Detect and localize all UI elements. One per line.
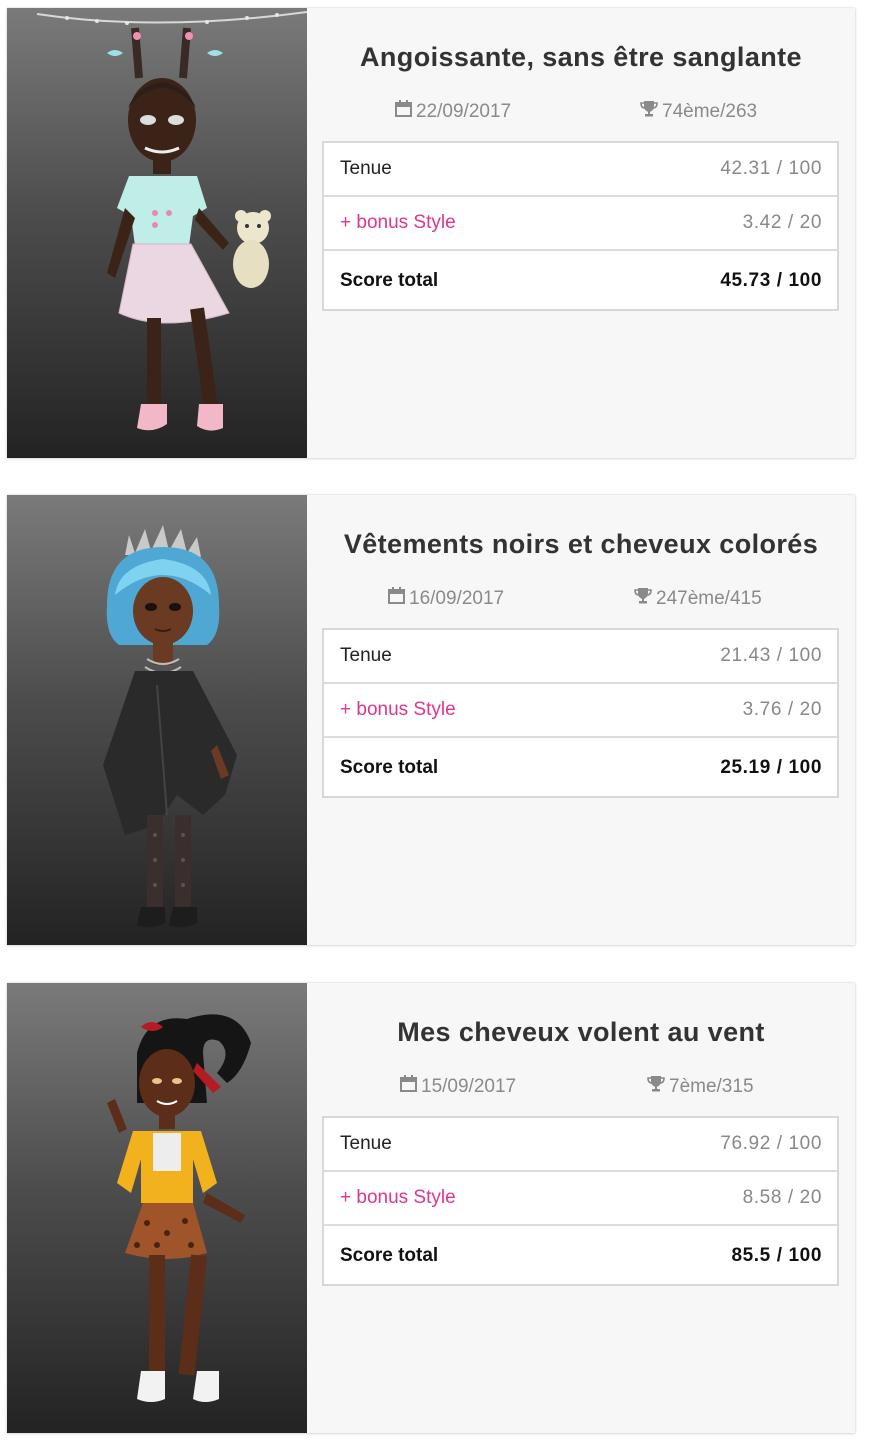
row-value: 42.31 / 100 bbox=[720, 158, 822, 179]
row-label: Tenue bbox=[340, 1133, 392, 1154]
rank-info: 7ème/315 bbox=[647, 1075, 754, 1098]
date-info: 15/09/2017 bbox=[400, 1075, 516, 1098]
rank-value: 247ème/415 bbox=[656, 587, 762, 609]
calendar-icon bbox=[400, 1075, 417, 1098]
row-label: Tenue bbox=[340, 158, 392, 179]
table-row-bonus: + bonus Style 8.58 / 20 bbox=[324, 1172, 837, 1226]
rank-info: 247ème/415 bbox=[634, 587, 762, 610]
date-value: 22/09/2017 bbox=[416, 100, 512, 122]
score-table: Tenue 21.43 / 100 + bonus Style 3.76 / 2… bbox=[322, 628, 839, 798]
outfit-card: Mes cheveux volent au vent 15/09/2017 7è… bbox=[7, 983, 855, 1433]
rank-value: 7ème/315 bbox=[669, 1075, 754, 1097]
row-label: + bonus Style bbox=[340, 699, 456, 720]
table-row-tenue: Tenue 76.92 / 100 bbox=[324, 1118, 837, 1172]
calendar-icon bbox=[388, 587, 405, 610]
table-row-tenue: Tenue 21.43 / 100 bbox=[324, 630, 837, 684]
rank-info: 74ème/263 bbox=[640, 100, 757, 123]
date-value: 15/09/2017 bbox=[421, 1075, 517, 1097]
row-value: 21.43 / 100 bbox=[720, 645, 822, 666]
avatar-image[interactable] bbox=[7, 983, 307, 1433]
table-row-bonus: + bonus Style 3.76 / 20 bbox=[324, 684, 837, 738]
trophy-icon bbox=[640, 100, 658, 123]
score-table: Tenue 76.92 / 100 + bonus Style 8.58 / 2… bbox=[322, 1116, 839, 1286]
row-label: Score total bbox=[340, 757, 439, 778]
row-value: 85.5 / 100 bbox=[731, 1245, 822, 1266]
row-label: Score total bbox=[340, 1245, 439, 1266]
outfit-card: Angoissante, sans être sanglante 22/09/2… bbox=[7, 8, 855, 458]
trophy-icon bbox=[634, 587, 652, 610]
trophy-icon bbox=[647, 1075, 665, 1098]
table-row-total: Score total 85.5 / 100 bbox=[324, 1226, 837, 1284]
row-label: Score total bbox=[340, 270, 439, 291]
date-info: 16/09/2017 bbox=[388, 587, 504, 610]
card-title: Angoissante, sans être sanglante bbox=[360, 42, 802, 72]
table-row-bonus: + bonus Style 3.42 / 20 bbox=[324, 197, 837, 251]
row-value: 45.73 / 100 bbox=[720, 270, 822, 291]
row-value: 3.42 / 20 bbox=[742, 212, 822, 233]
row-value: 3.76 / 20 bbox=[742, 699, 822, 720]
row-label: Tenue bbox=[340, 645, 392, 666]
table-row-tenue: Tenue 42.31 / 100 bbox=[324, 143, 837, 197]
row-label: + bonus Style bbox=[340, 212, 456, 233]
card-title: Mes cheveux volent au vent bbox=[397, 1017, 765, 1047]
row-value: 76.92 / 100 bbox=[720, 1133, 822, 1154]
table-row-total: Score total 45.73 / 100 bbox=[324, 251, 837, 309]
row-value: 8.58 / 20 bbox=[742, 1187, 822, 1208]
date-info: 22/09/2017 bbox=[395, 100, 511, 123]
score-table: Tenue 42.31 / 100 + bonus Style 3.42 / 2… bbox=[322, 141, 839, 311]
row-value: 25.19 / 100 bbox=[720, 757, 822, 778]
date-value: 16/09/2017 bbox=[409, 587, 505, 609]
table-row-total: Score total 25.19 / 100 bbox=[324, 738, 837, 796]
calendar-icon bbox=[395, 100, 412, 123]
card-title: Vêtements noirs et cheveux colorés bbox=[343, 529, 819, 559]
rank-value: 74ème/263 bbox=[662, 100, 758, 122]
outfit-card: Vêtements noirs et cheveux colorés 16/09… bbox=[7, 495, 855, 945]
avatar-image[interactable] bbox=[7, 495, 307, 945]
row-label: + bonus Style bbox=[340, 1187, 456, 1208]
avatar-image[interactable] bbox=[7, 8, 307, 458]
